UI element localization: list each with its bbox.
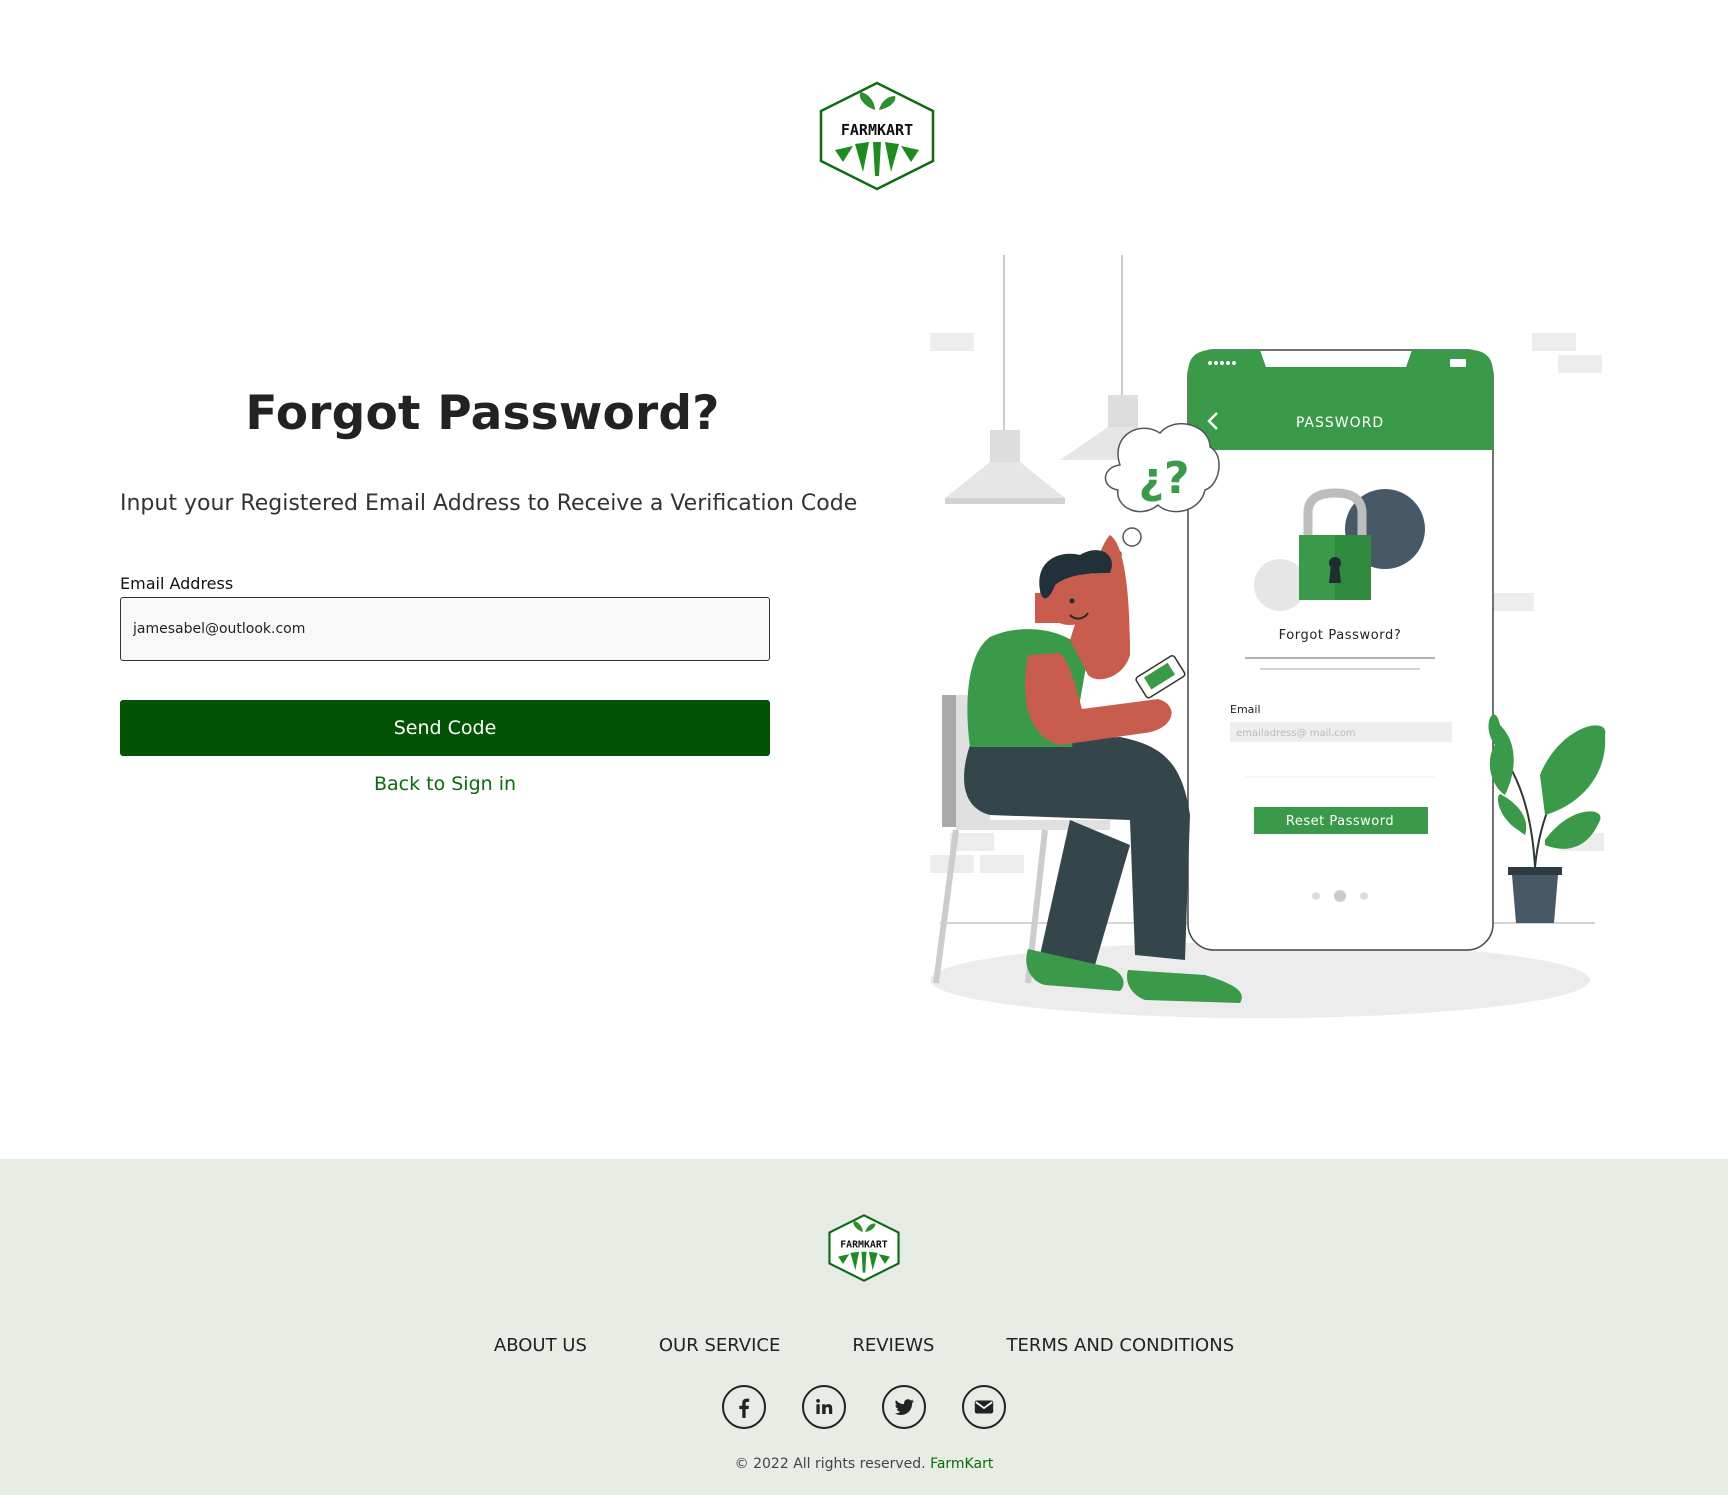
phone-header-title: PASSWORD (1296, 415, 1384, 431)
page-title: Forgot Password? (245, 386, 720, 441)
phone-card-title: Forgot Password? (1279, 628, 1402, 643)
back-to-sign-in-link[interactable]: Back to Sign in (120, 770, 770, 798)
facebook-icon[interactable] (722, 1385, 766, 1429)
email-label: Email Address (120, 574, 234, 593)
footer: FARMKART ABOUT US OUR SERVICE REVIEWS TE… (0, 1159, 1728, 1495)
social-links (0, 1385, 1728, 1431)
thought-question-marks: ¿? (1138, 453, 1189, 504)
mail-icon[interactable] (962, 1385, 1006, 1429)
phone-email-placeholder: emailadress@ mail.com (1236, 728, 1356, 739)
footer-link-our-service[interactable]: OUR SERVICE (659, 1331, 780, 1361)
footer-logo[interactable]: FARMKART (827, 1213, 901, 1283)
email-field[interactable] (120, 597, 770, 661)
footer-nav: ABOUT US OUR SERVICE REVIEWS TERMS AND C… (0, 1331, 1728, 1361)
copyright-text: © 2022 All rights reserved. FarmKart (0, 1456, 1728, 1472)
phone-email-label: Email (1230, 703, 1261, 716)
footer-link-terms[interactable]: TERMS AND CONDITIONS (1006, 1331, 1234, 1361)
linkedin-icon[interactable] (802, 1385, 846, 1429)
copyright-brand[interactable]: FarmKart (930, 1456, 993, 1472)
logo-text: FARMKART (841, 121, 913, 139)
footer-link-reviews[interactable]: REVIEWS (852, 1331, 934, 1361)
farmkart-logo[interactable]: FARMKART (817, 80, 937, 192)
forgot-password-illustration: PASSWORD Forgot Password? Email emailadr… (920, 255, 1620, 1025)
twitter-icon[interactable] (882, 1385, 926, 1429)
copyright-prefix: © 2022 All rights reserved. (734, 1456, 926, 1472)
page-subtitle: Input your Registered Email Address to R… (120, 491, 858, 516)
footer-link-about-us[interactable]: ABOUT US (494, 1331, 587, 1361)
send-code-button[interactable]: Send Code (120, 700, 770, 756)
phone-reset-button: Reset Password (1286, 814, 1394, 829)
footer-logo-text: FARMKART (840, 1239, 888, 1250)
